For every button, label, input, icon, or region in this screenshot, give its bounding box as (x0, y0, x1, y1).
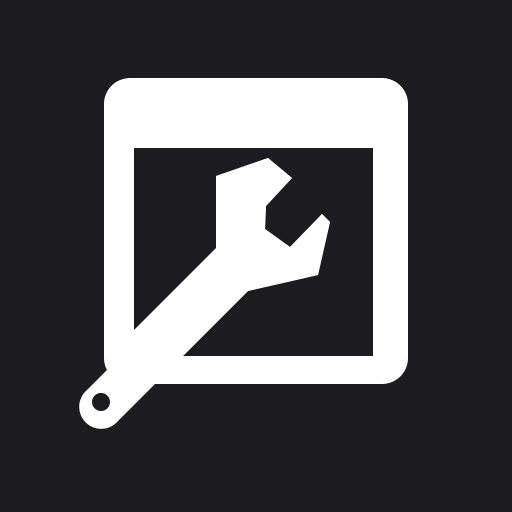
icon-canvas (0, 0, 512, 512)
window-wrench-icon (79, 78, 408, 429)
